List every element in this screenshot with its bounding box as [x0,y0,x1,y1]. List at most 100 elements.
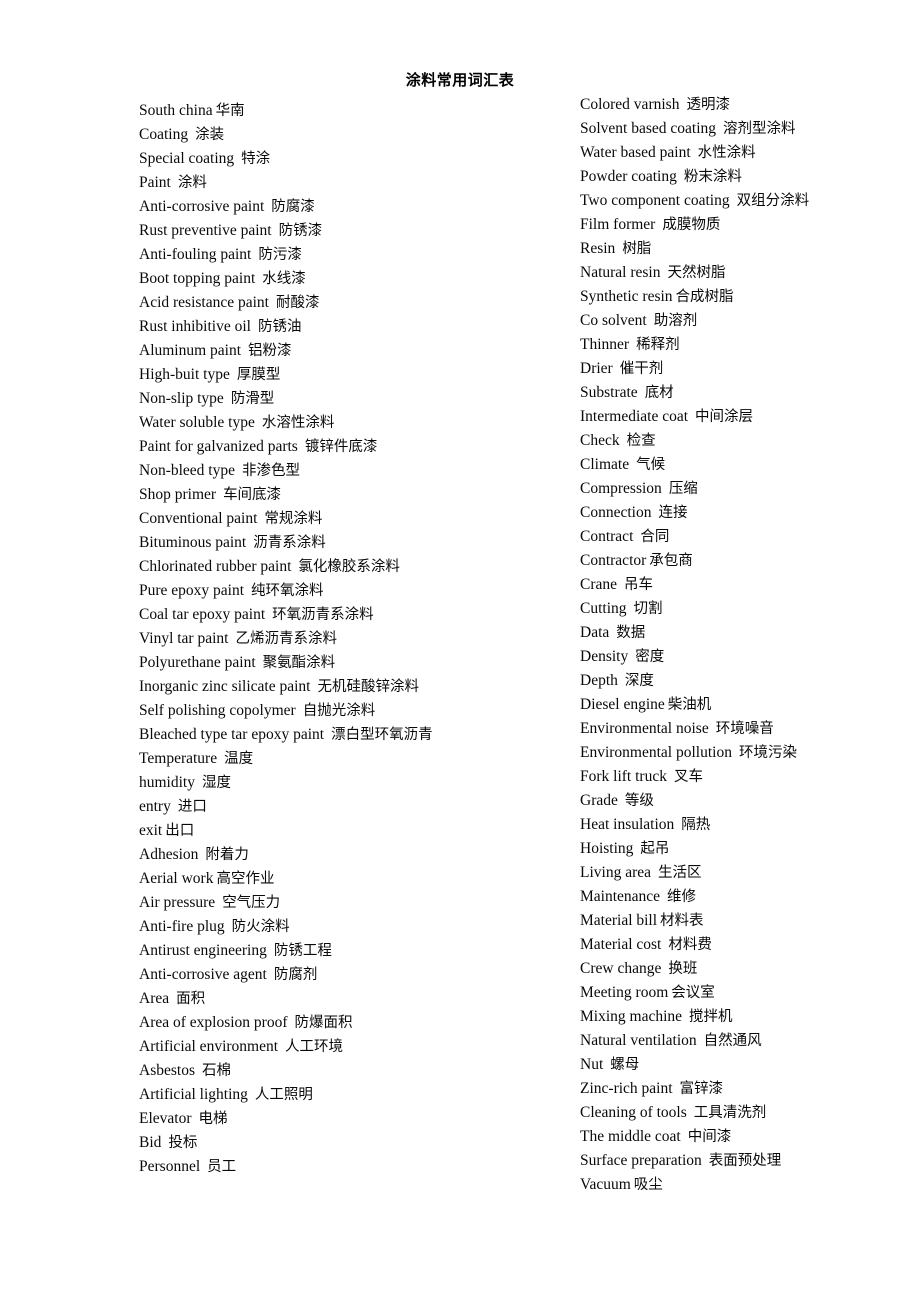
term-chinese: 面积 [176,991,206,1007]
term-chinese: 会议室 [671,985,715,1001]
glossary-entry: Crane 吊车 [580,573,910,597]
glossary-entry: Mixing machine 搅拌机 [580,1005,910,1029]
term-chinese: 深度 [624,673,654,689]
term-english: Colored varnish [580,96,680,113]
term-english: Contract [580,528,634,545]
glossary-entry: Environmental noise 环境噪音 [580,717,910,741]
term-english: Non-bleed type [139,462,235,479]
term-chinese: 铝粉漆 [248,343,292,359]
term-chinese: 柴油机 [667,697,712,713]
glossary-entry: Aluminum paint 铝粉漆 [139,339,559,363]
term-chinese: 螺母 [610,1057,640,1073]
term-chinese: 附着力 [205,847,249,863]
term-english: Paint for galvanized parts [139,438,298,455]
term-chinese: 材料费 [668,937,712,953]
term-chinese: 材料表 [660,913,704,929]
term-english: Coal tar epoxy paint [139,606,266,623]
glossary-entry: Substrate 底材 [580,381,910,405]
glossary-entry: Compression 压缩 [580,477,910,501]
glossary-entry: entry 进口 [139,795,559,819]
term-chinese: 常规涂料 [264,511,323,527]
glossary-entry: Elevator 电梯 [139,1107,559,1131]
glossary-entry: Anti-fire plug 防火涂料 [139,915,559,939]
term-english: entry [139,798,171,815]
term-english: Bituminous paint [139,534,247,551]
term-english: Non-slip type [139,390,224,407]
term-english: Hoisting [580,840,634,857]
term-english: Elevator [139,1110,192,1127]
term-chinese: 透明漆 [686,97,730,113]
glossary-entry: Natural resin 天然树脂 [580,261,910,285]
glossary-entry: Air pressure 空气压力 [139,891,559,915]
term-chinese: 车间底漆 [223,487,282,503]
term-english: Heat insulation [580,816,675,833]
term-english: Intermediate coat [580,408,689,425]
left-glossary-column: South china 华南 Coating 涂装 Special coating 特涂 P… [139,99,559,1179]
term-chinese: 起吊 [640,841,670,857]
term-english: Anti-fire plug [139,918,225,935]
term-english: Water based paint [580,144,691,161]
glossary-entry: Boot topping paint 水线漆 [139,267,559,291]
term-chinese: 防锈工程 [273,943,332,959]
glossary-entry: Surface preparation 表面预处理 [580,1149,910,1173]
term-english: Resin [580,240,616,257]
term-chinese: 助溶剂 [653,313,698,329]
glossary-entry: Anti-corrosive paint 防腐漆 [139,195,559,219]
term-english: Density [580,648,629,665]
term-chinese: 合成树脂 [675,289,734,305]
glossary-entry: Water based paint 水性涂料 [580,141,910,165]
term-chinese: 聚氨酯涂料 [262,655,336,671]
term-english: Polyurethane paint [139,654,256,671]
term-english: Zinc-rich paint [580,1080,673,1097]
term-english: Acid resistance paint [139,294,269,311]
glossary-entry: Rust preventive paint 防锈漆 [139,219,559,243]
glossary-entry: Natural ventilation 自然通风 [580,1029,910,1053]
glossary-entry: Grade 等级 [580,789,910,813]
glossary-entry: Depth 深度 [580,669,910,693]
term-chinese: 特涂 [241,151,271,167]
glossary-entry: The middle coat 中间漆 [580,1125,910,1149]
glossary-entry: Pure epoxy paint 纯环氧涂料 [139,579,559,603]
glossary-entry: Bid 投标 [139,1131,559,1155]
term-chinese: 气候 [636,457,666,473]
term-chinese: 催干剂 [619,361,664,377]
term-english: Material cost [580,936,662,953]
term-english: Cutting [580,600,627,617]
term-chinese: 自抛光涂料 [302,703,376,719]
glossary-entry: Self polishing copolymer 自抛光涂料 [139,699,559,723]
term-chinese: 石棉 [201,1063,231,1079]
term-english: Environmental noise [580,720,709,737]
glossary-entry: Temperature 温度 [139,747,559,771]
term-chinese: 等级 [624,793,654,809]
term-english: Living area [580,864,652,881]
term-english: Shop primer [139,486,217,503]
term-english: Two component coating [580,192,730,209]
glossary-entry: Area 面积 [139,987,559,1011]
glossary-list-left: South china 华南 Coating 涂装 Special coating 特涂 P… [139,99,559,1179]
term-english: Nut [580,1056,604,1073]
term-english: Crew change [580,960,662,977]
term-chinese: 防爆面积 [294,1015,353,1031]
glossary-entry: Personnel 员工 [139,1155,559,1179]
term-english: Self polishing copolymer [139,702,296,719]
term-chinese: 成膜物质 [662,217,721,233]
term-chinese: 表面预处理 [708,1153,782,1169]
glossary-entry: Bleached type tar epoxy paint 漂白型环氧沥青 [139,723,559,747]
term-chinese: 工具清洗剂 [693,1105,767,1121]
term-english: Conventional paint [139,510,258,527]
term-english: Inorganic zinc silicate paint [139,678,311,695]
glossary-entry: Paint for galvanized parts 镀锌件底漆 [139,435,559,459]
term-chinese: 防滑型 [230,391,275,407]
term-english: Pure epoxy paint [139,582,245,599]
term-chinese: 防腐漆 [271,199,315,215]
glossary-entry: Asbestos 石棉 [139,1059,559,1083]
term-chinese: 防锈漆 [278,223,323,239]
glossary-entry: Thinner 稀释剂 [580,333,910,357]
glossary-entry: Hoisting 起吊 [580,837,910,861]
term-english: Chlorinated rubber paint [139,558,292,575]
term-english: Vinyl tar paint [139,630,229,647]
term-english: Natural resin [580,264,661,281]
term-english: Connection [580,504,652,521]
glossary-entry: Drier 催干剂 [580,357,910,381]
document-page: 涂料常用词汇表 South china 华南 Coating 涂装 Special co… [0,0,920,1302]
